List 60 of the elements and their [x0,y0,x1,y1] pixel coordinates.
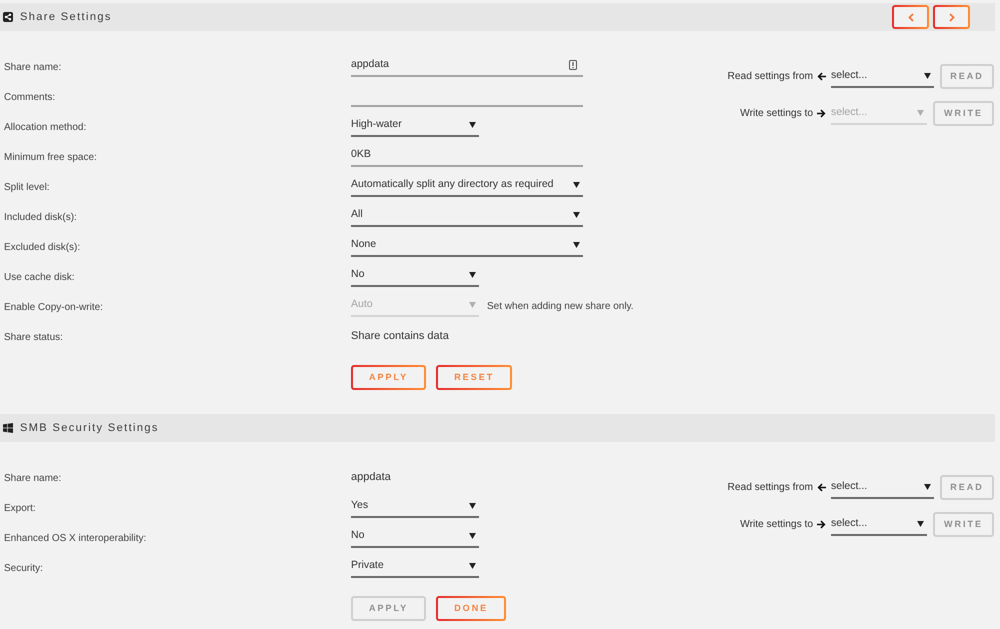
field-label: Excluded disk(s): [4,242,80,253]
caret-down-icon [469,563,476,569]
caret-down-icon [469,503,476,509]
section-title: SMB Security Settings [20,420,159,436]
field-label: Use cache disk: [4,272,75,283]
copy-settings-label: Write settings to [740,518,813,532]
arrow-right-icon [817,109,826,118]
field-label: Security: [4,563,43,574]
field-label: Share status: [4,332,63,343]
field-label: Export: [4,503,36,514]
windows-logo-icon [3,423,13,433]
dropdown[interactable]: select... [831,514,927,536]
caret-down-icon [924,72,931,78]
dropdown[interactable]: No [351,526,479,548]
copy-settings-label: Write settings to [740,106,813,121]
copy-settings-label: Read settings from [728,70,813,84]
caret-down-icon [917,110,924,116]
caret-down-icon [469,122,476,128]
text-input[interactable]: appdata [351,55,583,77]
caret-down-icon [917,520,924,526]
caret-down-icon [469,272,476,278]
field-label: Enable Copy-on-write: [4,302,103,313]
dropdown[interactable]: Private [351,556,479,578]
arrow-left-icon [817,72,826,81]
field-label: Minimum free space: [4,152,97,163]
caret-down-icon [573,182,580,188]
field-note: Set when adding new share only. [487,300,634,314]
field-label: Comments: [4,92,56,103]
copy-settings-label: Read settings from [728,480,813,495]
field-label: Share name: [4,473,62,484]
field-label: Enhanced OS X interoperability: [4,533,146,544]
chevron-right-icon [948,12,954,22]
caret-down-icon [573,242,580,248]
field-label: Included disk(s): [4,212,77,223]
section-title: Share Settings [20,10,112,25]
field-value: appdata [351,470,391,485]
next-button[interactable] [933,5,970,29]
arrow-right-icon [817,520,826,529]
field-label: Split level: [4,182,50,193]
dropdown[interactable]: select... [831,66,934,88]
caret-down-icon [924,484,931,490]
chevron-left-icon [908,12,914,22]
dropdown[interactable]: select... [831,476,934,498]
exclamation-box-icon [569,60,577,70]
caret-down-icon [469,302,476,308]
dropdown[interactable]: Yes [351,496,479,518]
caret-down-icon [469,533,476,539]
previous-button[interactable] [892,5,929,29]
text-input[interactable]: 0KB [351,145,583,167]
dropdown[interactable]: High-water [351,115,479,137]
arrow-left-icon [817,483,826,492]
caret-down-icon [573,212,580,218]
dropdown[interactable]: All [351,205,583,227]
field-label: Allocation method: [4,122,86,133]
dropdown[interactable]: None [351,235,583,257]
dropdown[interactable]: Automatically split any directory as required [351,175,583,197]
share-icon [3,12,13,22]
dropdown[interactable]: No [351,265,479,287]
field-value: Share contains data [351,328,449,344]
field-label: Share name: [4,62,62,73]
